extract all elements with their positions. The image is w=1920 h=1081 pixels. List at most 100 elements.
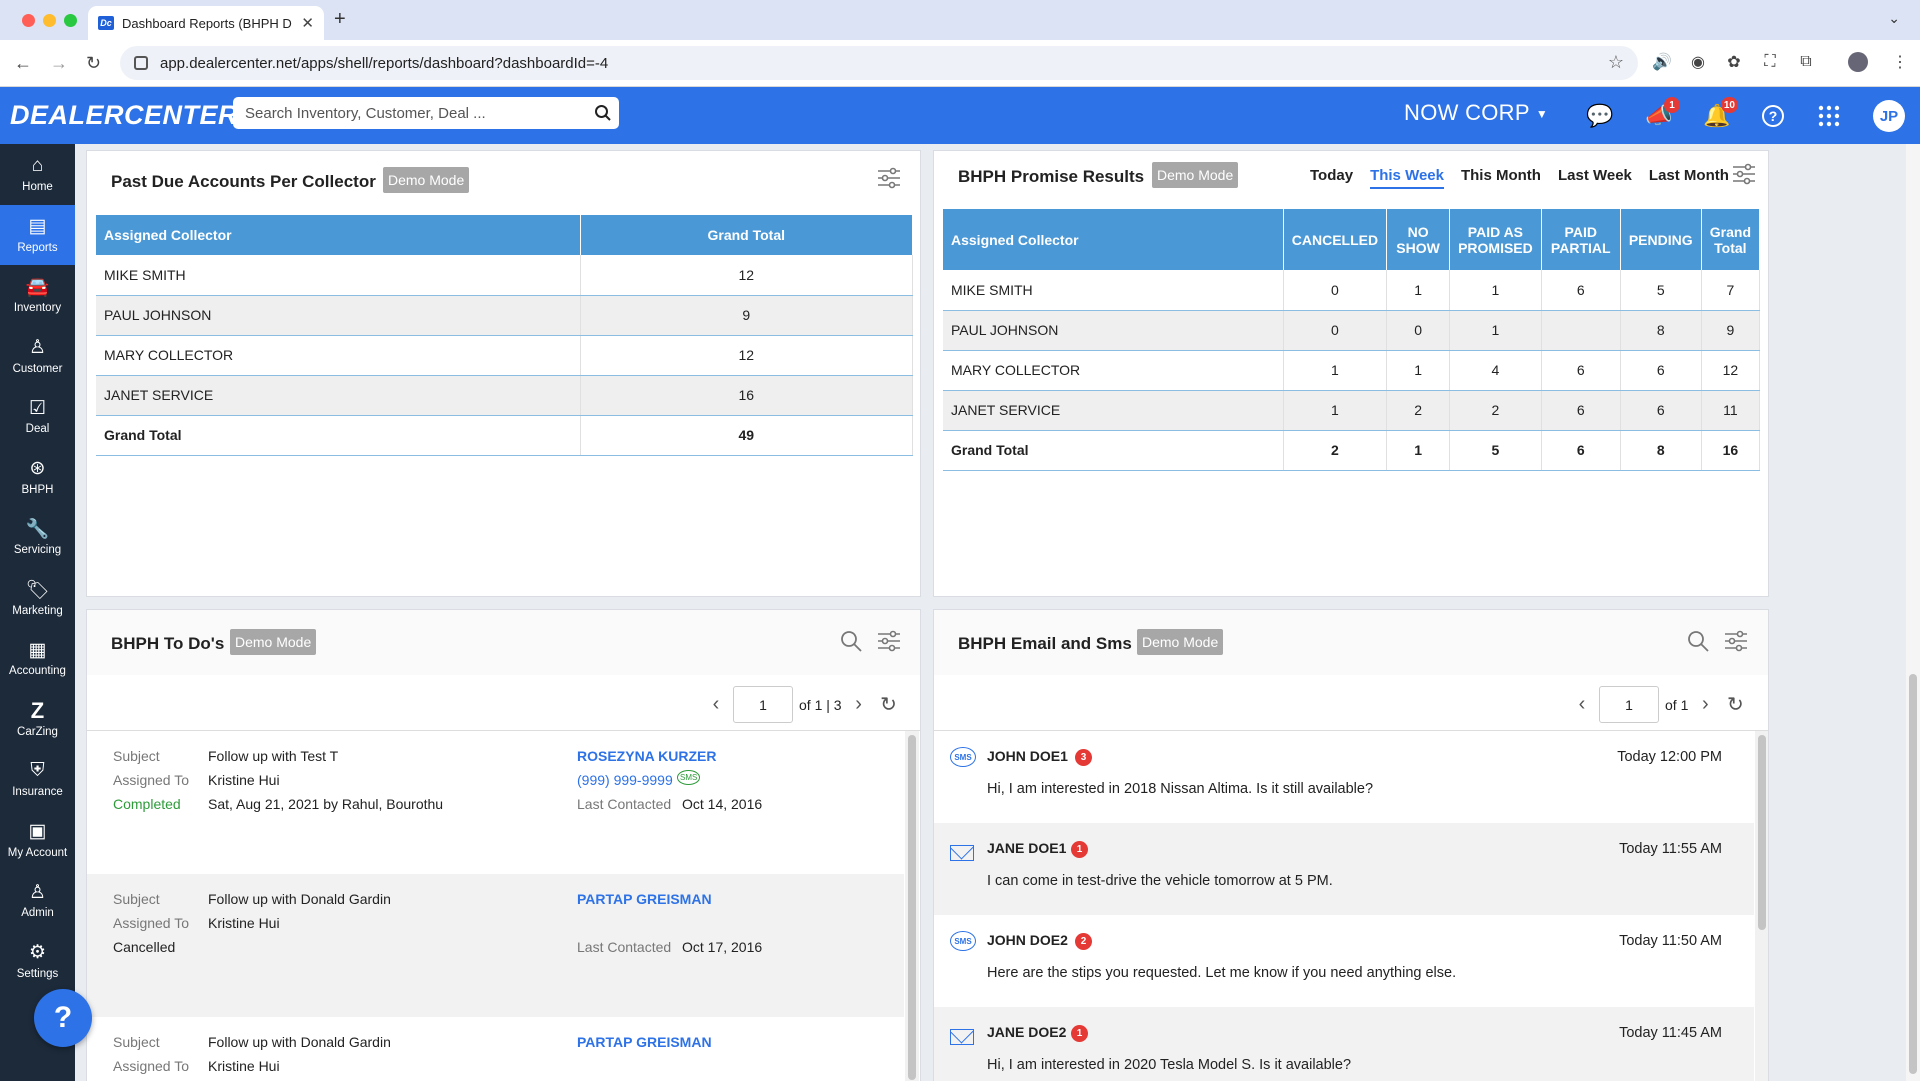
- filter-settings-icon[interactable]: [1732, 163, 1756, 191]
- refresh-icon[interactable]: ↻: [1724, 692, 1746, 717]
- period-tabs: Today This Week This Month Last Week Las…: [1310, 167, 1729, 189]
- minimize-window-button[interactable]: [43, 14, 56, 27]
- filter-settings-icon[interactable]: [1724, 630, 1748, 658]
- promise-results-table: Assigned Collector CANCELLED NO SHOW PAI…: [943, 209, 1761, 471]
- message-item[interactable]: JANE DOE1 1 Today 11:55 AM I can come in…: [934, 823, 1754, 915]
- column-header[interactable]: CANCELLED: [1283, 209, 1388, 270]
- close-window-button[interactable]: [22, 14, 35, 27]
- period-tab-last-month[interactable]: Last Month: [1649, 167, 1729, 189]
- search-icon[interactable]: [839, 629, 863, 659]
- search-icon[interactable]: [587, 104, 619, 122]
- column-header[interactable]: Assigned Collector: [943, 209, 1284, 270]
- extension-audio-icon[interactable]: 🔊: [1650, 50, 1674, 74]
- message-item[interactable]: JANE DOE2 1 Today 11:45 AM Hi, I am inte…: [934, 1007, 1754, 1081]
- page-scrollbar-thumb[interactable]: [1909, 674, 1917, 1074]
- prev-page-icon[interactable]: ‹: [705, 693, 727, 716]
- scrollbar-thumb[interactable]: [908, 735, 916, 1080]
- sidebar-item-marketing[interactable]: 🏷 Marketing: [0, 568, 75, 629]
- new-tab-icon[interactable]: +: [334, 8, 346, 31]
- todo-item[interactable]: Subject Follow up with Test T Assigned T…: [87, 731, 904, 874]
- sidebar-item-label: Inventory: [13, 302, 62, 315]
- site-info-icon[interactable]: [134, 56, 148, 70]
- scrollbar-thumb[interactable]: [1758, 735, 1766, 930]
- column-header[interactable]: PAID PARTIAL: [1541, 209, 1621, 270]
- column-header[interactable]: Assigned Collector: [96, 215, 581, 255]
- refresh-icon[interactable]: ↻: [878, 692, 900, 717]
- sms-icon[interactable]: SMS: [677, 770, 701, 785]
- extension-shield-icon[interactable]: ◉: [1686, 50, 1710, 74]
- table-cell: 6: [1541, 350, 1621, 391]
- close-tab-icon[interactable]: ✕: [301, 14, 314, 32]
- help-fab-button[interactable]: ?: [34, 989, 92, 1047]
- prev-page-icon[interactable]: ‹: [1571, 693, 1593, 716]
- message-item[interactable]: SMS JOHN DOE2 2 Today 11:50 AM Here are …: [934, 915, 1754, 1007]
- browser-tab[interactable]: Dc Dashboard Reports (BHPH D ✕: [88, 6, 324, 40]
- page-number-input[interactable]: 1: [1599, 686, 1659, 723]
- maximize-window-button[interactable]: [64, 14, 77, 27]
- extension-color-icon[interactable]: ✿: [1722, 50, 1746, 74]
- scrollbar[interactable]: [905, 731, 919, 1081]
- company-selector[interactable]: NOW CORP ▼: [1404, 100, 1548, 126]
- period-tab-this-week[interactable]: This Week: [1370, 167, 1444, 189]
- dealercenter-logo[interactable]: DEALERCENTER: [10, 100, 238, 131]
- sidebar-item-home[interactable]: ⌂ Home: [0, 144, 75, 205]
- profile-avatar-icon[interactable]: [1848, 52, 1868, 72]
- tab-search-chevron-icon[interactable]: ⌄: [1888, 10, 1900, 27]
- scrollbar[interactable]: [1755, 731, 1768, 1081]
- page-scrollbar[interactable]: [1906, 144, 1920, 1081]
- sidebar-item-settings[interactable]: ⚙ Settings: [0, 931, 75, 992]
- message-item[interactable]: SMS JOHN DOE1 3 Today 12:00 PM Hi, I am …: [934, 731, 1754, 823]
- customer-link[interactable]: ROSEZYNA KURZER: [577, 748, 717, 764]
- extension-capture-icon[interactable]: ⛶: [1758, 50, 1782, 74]
- column-header[interactable]: Grand Total: [1701, 209, 1761, 270]
- past-due-panel: Past Due Accounts Per Collector Demo Mod…: [86, 150, 921, 597]
- filter-settings-icon[interactable]: [877, 630, 901, 658]
- page-number-input[interactable]: 1: [733, 686, 793, 723]
- search-icon[interactable]: [1686, 629, 1710, 659]
- column-header[interactable]: PENDING: [1620, 209, 1702, 270]
- sidebar-item-bhph[interactable]: ⊛ BHPH: [0, 447, 75, 508]
- sidebar-item-reports[interactable]: ▤ Reports: [0, 204, 75, 265]
- sidebar-item-my-account[interactable]: ▣ My Account: [0, 810, 75, 871]
- sidebar-item-deal[interactable]: ☑ Deal: [0, 386, 75, 447]
- address-bar[interactable]: app.dealercenter.net/apps/shell/reports/…: [120, 46, 1638, 80]
- column-header[interactable]: PAID AS PROMISED: [1449, 209, 1542, 270]
- table-cell: 12: [580, 335, 913, 376]
- sidebar-item-insurance[interactable]: ⛨ Insurance: [0, 749, 75, 810]
- customer-link[interactable]: PARTAP GREISMAN: [577, 891, 712, 907]
- sidebar-item-servicing[interactable]: 🔧 Servicing: [0, 507, 75, 568]
- sidebar-item-carzing[interactable]: Z CarZing: [0, 689, 75, 750]
- sidebar-item-admin[interactable]: ♙ Admin: [0, 870, 75, 931]
- next-page-icon[interactable]: ›: [848, 693, 870, 716]
- message-text: Here are the stips you requested. Let me…: [987, 965, 1457, 981]
- chat-icon[interactable]: 💬: [1585, 101, 1615, 131]
- column-header[interactable]: Grand Total: [580, 215, 913, 255]
- browser-menu-icon[interactable]: ⋮: [1888, 50, 1912, 74]
- bell-icon[interactable]: 🔔 10: [1702, 97, 1738, 131]
- admin-icon: ♙: [28, 881, 47, 903]
- column-header[interactable]: NO SHOW: [1386, 209, 1451, 270]
- customer-link[interactable]: PARTAP GREISMAN: [577, 1034, 712, 1050]
- user-avatar[interactable]: JP: [1873, 100, 1905, 132]
- period-tab-last-week[interactable]: Last Week: [1558, 167, 1632, 189]
- forward-arrow-icon[interactable]: →: [50, 53, 68, 74]
- sidebar-item-accounting[interactable]: ▦ Accounting: [0, 628, 75, 689]
- reload-icon[interactable]: ↻: [86, 53, 101, 74]
- global-search[interactable]: Search Inventory, Customer, Deal ...: [233, 97, 619, 129]
- period-tab-this-month[interactable]: This Month: [1461, 167, 1541, 189]
- next-page-icon[interactable]: ›: [1694, 693, 1716, 716]
- todo-item[interactable]: Subject Follow up with Donald Gardin Ass…: [87, 1017, 904, 1081]
- search-input[interactable]: Search Inventory, Customer, Deal ...: [245, 105, 587, 122]
- todo-item[interactable]: Subject Follow up with Donald Gardin Ass…: [87, 874, 904, 1017]
- megaphone-icon[interactable]: 📣 1: [1644, 97, 1680, 131]
- phone-link[interactable]: (999) 999-9999: [577, 772, 673, 788]
- period-tab-today[interactable]: Today: [1310, 167, 1353, 189]
- back-arrow-icon[interactable]: ←: [14, 53, 32, 74]
- filter-settings-icon[interactable]: [877, 167, 901, 195]
- bookmark-star-icon[interactable]: ☆: [1608, 52, 1624, 73]
- extensions-puzzle-icon[interactable]: ⧉: [1794, 50, 1818, 74]
- help-icon[interactable]: ?: [1758, 101, 1788, 131]
- apps-grid-icon[interactable]: [1814, 101, 1844, 131]
- sidebar-item-customer[interactable]: ♙ Customer: [0, 326, 75, 387]
- sidebar-item-inventory[interactable]: 🚘 Inventory: [0, 265, 75, 326]
